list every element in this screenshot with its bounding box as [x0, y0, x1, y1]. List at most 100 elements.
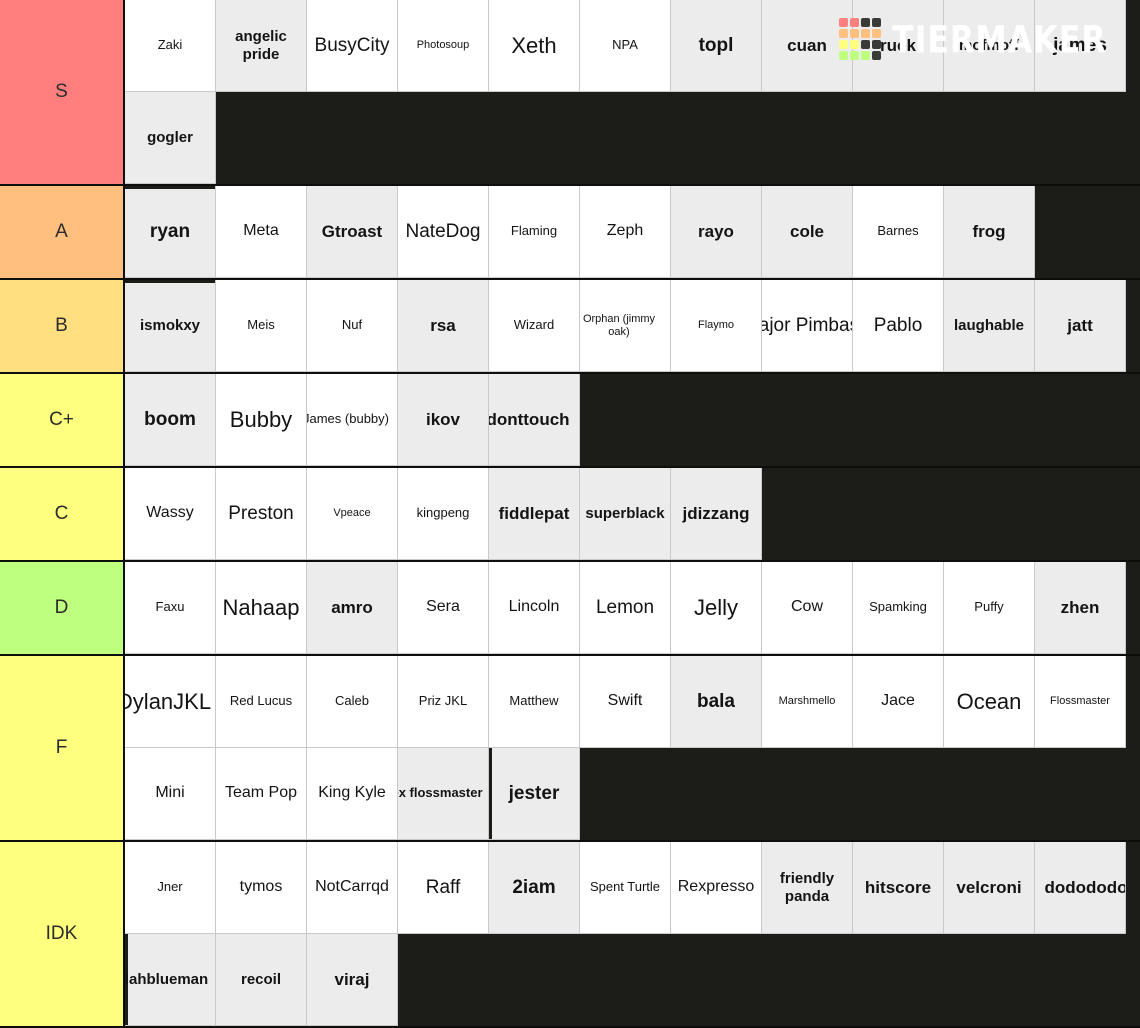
tier-item[interactable]: ruek [853, 0, 944, 92]
tier-item[interactable]: Zeph [580, 186, 671, 278]
tier-item[interactable]: NotCarrqd [307, 842, 398, 934]
tier-item[interactable]: Matthew [489, 656, 580, 748]
tier-item[interactable]: Photosoup [398, 0, 489, 92]
tier-item[interactable]: viraj [307, 934, 398, 1026]
tier-item[interactable]: kingpeng [398, 468, 489, 560]
tier-item[interactable]: King Kyle [307, 748, 398, 840]
tier-item[interactable]: Ocean [944, 656, 1035, 748]
tier-item[interactable]: ex flossmaster [398, 748, 489, 840]
tier-item[interactable]: Wizard [489, 280, 580, 372]
tier-item[interactable]: topl [671, 0, 762, 92]
tier-item[interactable]: Flaming [489, 186, 580, 278]
tier-item[interactable]: cole [762, 186, 853, 278]
tier-item[interactable]: velcroni [944, 842, 1035, 934]
tier-item[interactable]: angelic pride [216, 0, 307, 92]
tier-item[interactable]: Swift [580, 656, 671, 748]
tier-label-text: C [54, 502, 69, 524]
tier-label-a[interactable]: A [0, 186, 125, 278]
tier-item[interactable]: Preston [216, 468, 307, 560]
tier-item[interactable]: Caleb [307, 656, 398, 748]
tier-item[interactable]: jdizzang [671, 468, 762, 560]
tier-label-s[interactable]: S [0, 0, 125, 184]
tier-item-label: Team Pop [224, 784, 298, 802]
tier-item[interactable]: Sera [398, 562, 489, 654]
tier-item[interactable]: Team Pop [216, 748, 307, 840]
tier-item[interactable]: fiddlepat [489, 468, 580, 560]
tier-item[interactable]: frog [944, 186, 1035, 278]
tier-item[interactable]: Marshmello [762, 656, 853, 748]
tier-item[interactable]: dahblueman [125, 934, 216, 1026]
tier-item[interactable]: Wassy [125, 468, 216, 560]
tier-label-idk[interactable]: IDK [0, 842, 125, 1026]
tier-item[interactable]: Orphan (jimmy oak) [580, 280, 671, 372]
tier-item[interactable]: Jner [125, 842, 216, 934]
tier-item[interactable]: Bubby [216, 374, 307, 466]
tier-label-c[interactable]: C [0, 468, 125, 560]
tier-item[interactable]: ryan [125, 186, 216, 278]
tier-item[interactable]: Barnes [853, 186, 944, 278]
tier-item[interactable]: Xeth [489, 0, 580, 92]
tier-item[interactable]: friendly panda [762, 842, 853, 934]
tier-label-f[interactable]: F [0, 656, 125, 840]
tier-item[interactable]: Jace [853, 656, 944, 748]
tier-item[interactable]: Cow [762, 562, 853, 654]
tier-item[interactable]: NPA [580, 0, 671, 92]
tier-item[interactable]: jester [489, 748, 580, 840]
tier-item[interactable]: rsa [398, 280, 489, 372]
tier-label-text: D [54, 596, 69, 618]
tier-item-label: Faxu [155, 599, 185, 615]
tier-item[interactable]: ikov [398, 374, 489, 466]
tier-label-cplus[interactable]: C+ [0, 374, 125, 466]
tier-item[interactable]: donttouch [489, 374, 580, 466]
tier-item[interactable]: bala [671, 656, 762, 748]
tier-item[interactable]: Zaki [125, 0, 216, 92]
tier-item[interactable]: boom [125, 374, 216, 466]
tier-item[interactable]: zhen [1035, 562, 1126, 654]
tier-item[interactable]: cuan [762, 0, 853, 92]
tier-item[interactable]: Faxu [125, 562, 216, 654]
tier-item[interactable]: recoil [216, 934, 307, 1026]
tier-item[interactable]: DylanJKL [125, 656, 216, 748]
tier-item[interactable]: Gtroast [307, 186, 398, 278]
tier-item[interactable]: 2iam [489, 842, 580, 934]
tier-item[interactable]: rayo [671, 186, 762, 278]
tier-item[interactable]: Meis [216, 280, 307, 372]
tier-item[interactable]: Lemon [580, 562, 671, 654]
tier-item[interactable]: Flossmaster [1035, 656, 1126, 748]
tier-item[interactable]: Mini [125, 748, 216, 840]
tier-item[interactable]: Priz JKL [398, 656, 489, 748]
tier-row: C Wassy Preston Vpeace kingpeng fiddlepat supe… [0, 468, 1140, 562]
tier-item[interactable]: Jelly [671, 562, 762, 654]
tier-item[interactable]: Nahaap [216, 562, 307, 654]
tier-item[interactable]: amro [307, 562, 398, 654]
tier-item[interactable]: Spent Turtle [580, 842, 671, 934]
tier-item[interactable]: Vpeace [307, 468, 398, 560]
tier-item[interactable]: Pablo [853, 280, 944, 372]
tier-item[interactable]: Meta [216, 186, 307, 278]
tier-item[interactable]: Puffy [944, 562, 1035, 654]
tier-label-b[interactable]: B [0, 280, 125, 372]
tier-item[interactable]: James (bubby) [307, 374, 398, 466]
tier-item[interactable]: Nuf [307, 280, 398, 372]
tier-item[interactable]: jatt [1035, 280, 1126, 372]
tier-item[interactable]: dodododo [1035, 842, 1126, 934]
tier-item[interactable]: gogler [125, 92, 216, 184]
tier-item[interactable]: laughable [944, 280, 1035, 372]
tier-item[interactable]: Spamking [853, 562, 944, 654]
tier-label-d[interactable]: D [0, 562, 125, 654]
tier-item[interactable]: james [1035, 0, 1126, 92]
tier-item[interactable]: BusyCity [307, 0, 398, 92]
tier-item[interactable]: Red Lucus [216, 656, 307, 748]
tier-item[interactable]: superblack [580, 468, 671, 560]
tier-item[interactable]: Rexpresso [671, 842, 762, 934]
tier-item[interactable]: hitscore [853, 842, 944, 934]
tier-item[interactable]: mofmoff [944, 0, 1035, 92]
tier-item[interactable]: ismokxy [125, 280, 216, 372]
tier-item[interactable]: Lincoln [489, 562, 580, 654]
tier-row: S Zaki angelic pride BusyCity Photosoup Xeth N… [0, 0, 1140, 186]
tier-item[interactable]: Major Pimbas [762, 280, 853, 372]
tier-item[interactable]: Raff [398, 842, 489, 934]
tier-item[interactable]: NateDog [398, 186, 489, 278]
tier-item[interactable]: tymos [216, 842, 307, 934]
tier-item[interactable]: Flaymo [671, 280, 762, 372]
